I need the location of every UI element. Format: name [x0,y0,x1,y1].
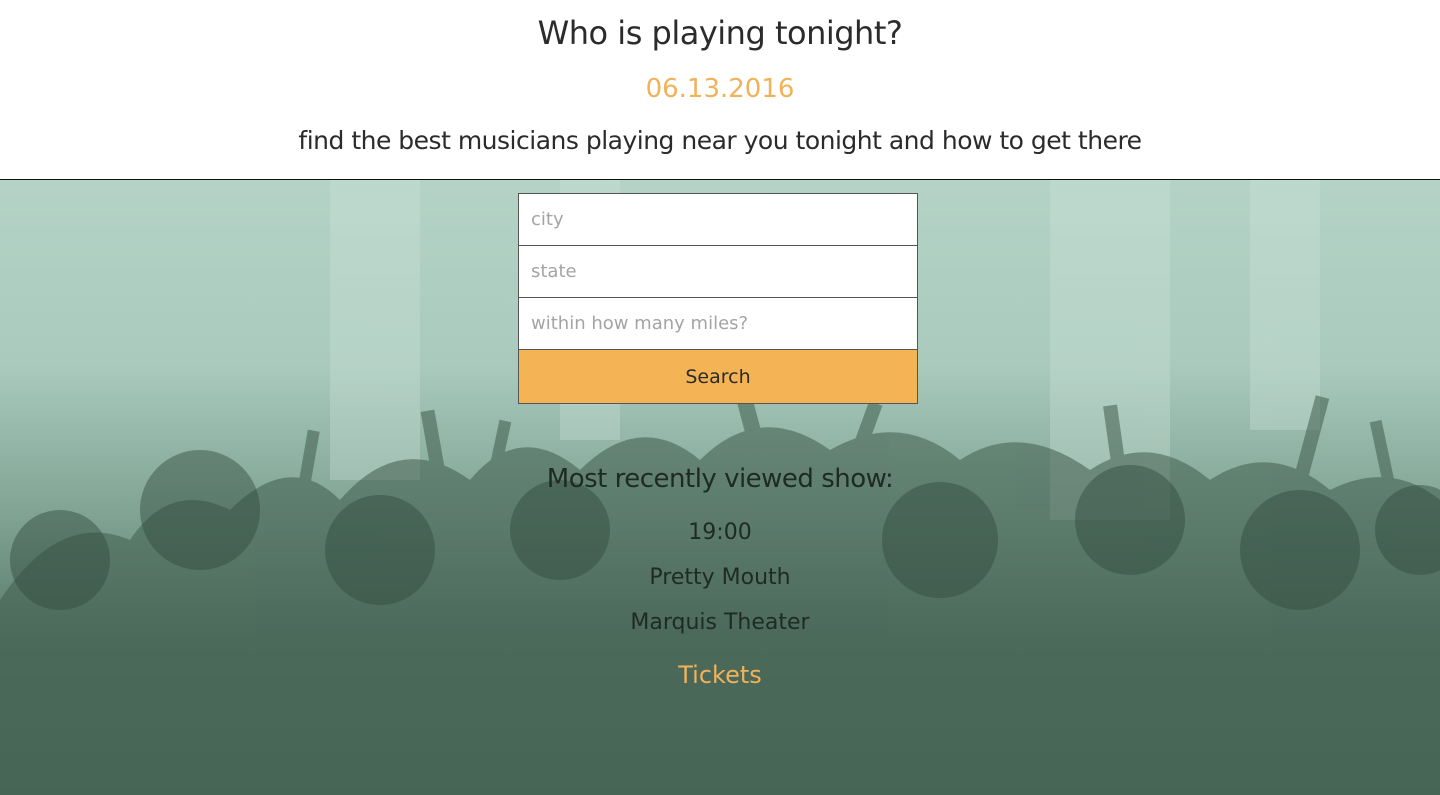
recently-viewed-show: Most recently viewed show: 19:00 Pretty … [0,464,1440,689]
state-input[interactable] [518,245,918,297]
miles-input[interactable] [518,297,918,349]
city-input[interactable] [518,193,918,245]
tickets-link[interactable]: Tickets [678,661,762,689]
hero-section: Search Most recently viewed show: 19:00 … [0,179,1440,795]
search-button[interactable]: Search [518,349,918,404]
search-form: Search [518,193,918,404]
show-time: 19:00 [688,520,752,545]
page-subtitle: find the best musicians playing near you… [298,126,1142,155]
page-header: Who is playing tonight? 06.13.2016 find … [0,0,1440,179]
page-title: Who is playing tonight? [537,14,903,52]
current-date: 06.13.2016 [645,74,795,104]
recent-show-heading: Most recently viewed show: [546,464,894,494]
show-artist: Pretty Mouth [649,565,791,590]
show-venue: Marquis Theater [630,610,810,635]
